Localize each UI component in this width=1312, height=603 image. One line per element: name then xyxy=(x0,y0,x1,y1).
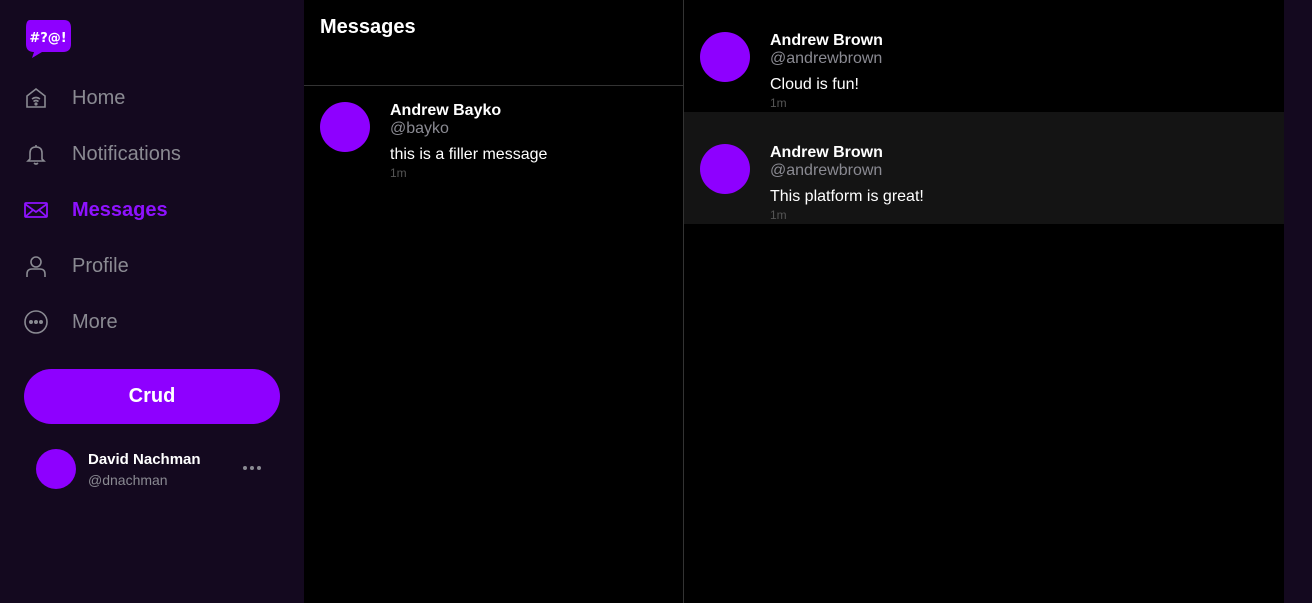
message-item[interactable]: Andrew Brown @andrewbrown Cloud is fun! … xyxy=(684,0,1284,112)
message-item[interactable]: Andrew Brown @andrewbrown This platform … xyxy=(684,112,1284,224)
sender-name: Andrew Brown xyxy=(770,32,883,49)
message-time: 1m xyxy=(770,96,787,110)
message-text: This platform is great! xyxy=(770,188,924,205)
home-icon xyxy=(24,86,48,110)
message-text: Cloud is fun! xyxy=(770,76,859,93)
crud-button[interactable]: Crud xyxy=(24,369,280,424)
sidebar-item-messages[interactable]: Messages xyxy=(24,182,284,238)
sidebar-item-label: More xyxy=(72,310,118,333)
sidebar-item-more[interactable]: More xyxy=(24,294,284,350)
current-user-card[interactable]: David Nachman @dnachman xyxy=(36,448,276,490)
person-icon xyxy=(24,254,48,278)
message-time: 1m xyxy=(770,208,787,222)
sidebar-nav: Home Notifications Messages Profile More xyxy=(24,70,284,350)
more-options-icon[interactable] xyxy=(240,458,264,478)
user-info: David Nachman @dnachman xyxy=(88,451,201,488)
messages-header: Messages xyxy=(304,0,683,86)
sidebar-item-label: Profile xyxy=(72,254,129,277)
user-handle: @dnachman xyxy=(88,471,168,488)
sidebar: #?@! Home Notifications Messages Profile… xyxy=(0,0,304,603)
bell-icon xyxy=(24,142,48,166)
avatar xyxy=(320,102,370,152)
avatar xyxy=(36,449,76,489)
avatar xyxy=(700,32,750,82)
avatar xyxy=(700,144,750,194)
sidebar-item-label: Messages xyxy=(72,198,168,221)
message-time: 1m xyxy=(390,166,407,180)
user-name: David Nachman xyxy=(88,450,201,468)
message-group-body: Andrew Bayko @bayko this is a filler mes… xyxy=(390,102,547,180)
sidebar-item-home[interactable]: Home xyxy=(24,70,284,126)
sidebar-item-profile[interactable]: Profile xyxy=(24,238,284,294)
page-title: Messages xyxy=(320,16,416,38)
sender-name: Andrew Brown xyxy=(770,144,883,161)
sender-name: Andrew Bayko xyxy=(390,102,502,119)
message-body: Andrew Brown @andrewbrown This platform … xyxy=(770,144,924,222)
message-groups-column: Messages Andrew Bayko @bayko this is a f… xyxy=(304,0,684,603)
sidebar-item-label: Home xyxy=(72,86,126,109)
sidebar-item-notifications[interactable]: Notifications xyxy=(24,126,284,182)
message-body: Andrew Brown @andrewbrown Cloud is fun! … xyxy=(770,32,883,110)
svg-text:#?@!: #?@! xyxy=(29,31,66,46)
ellipsis-circle-icon xyxy=(24,310,48,334)
message-group-item[interactable]: Andrew Bayko @bayko this is a filler mes… xyxy=(304,86,683,196)
conversation-column: Andrew Brown @andrewbrown Cloud is fun! … xyxy=(684,0,1284,603)
app-logo[interactable]: #?@! xyxy=(24,18,72,58)
right-gutter xyxy=(1284,0,1312,603)
envelope-icon xyxy=(24,198,48,222)
sender-handle: @andrewbrown xyxy=(770,162,883,179)
sidebar-item-label: Notifications xyxy=(72,142,181,165)
message-text: this is a filler message xyxy=(390,146,548,163)
sender-handle: @bayko xyxy=(390,120,449,137)
sender-handle: @andrewbrown xyxy=(770,50,883,67)
